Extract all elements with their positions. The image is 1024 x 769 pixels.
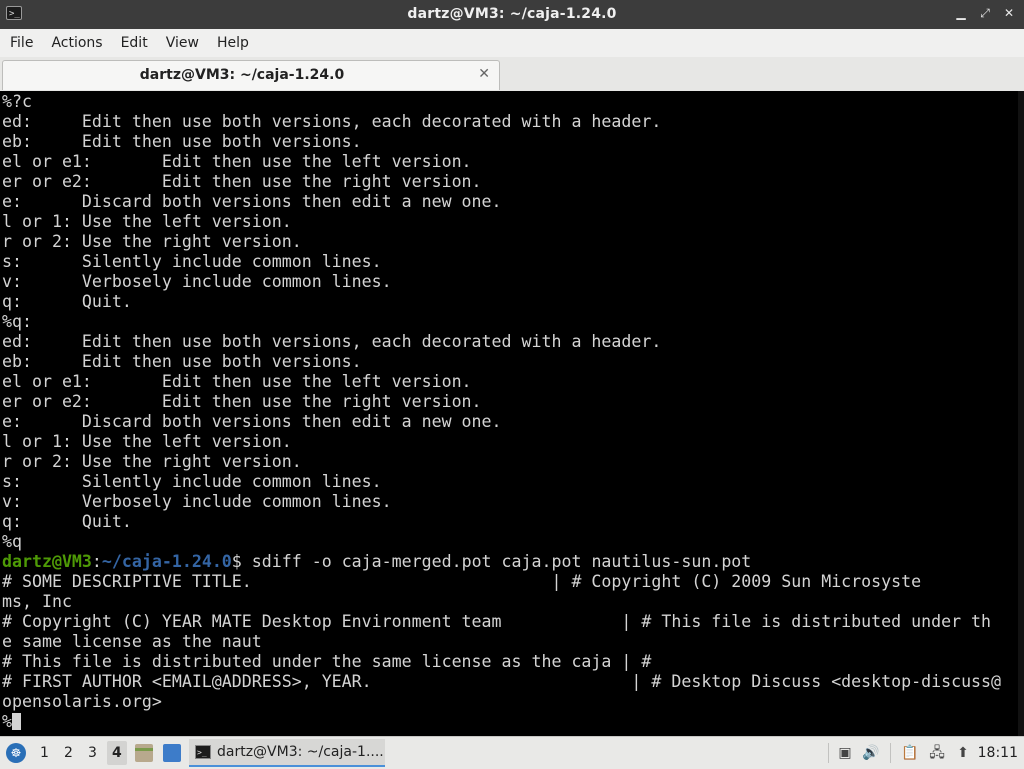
minimize-button[interactable]: ▁ xyxy=(954,5,968,21)
window-controls: ▁ ⤢ ✕ xyxy=(954,5,1016,21)
task-label: dartz@VM3: ~/caja-1.... xyxy=(217,744,384,760)
terminal-output[interactable]: %?c ed: Edit then use both versions, eac… xyxy=(0,91,1024,736)
last-prompt: % xyxy=(2,712,12,731)
clock[interactable]: 18:11 xyxy=(978,745,1018,761)
terminal-icon: >_ xyxy=(195,745,211,759)
prompt-command: $ sdiff -o caja-merged.pot caja.pot naut… xyxy=(231,552,752,571)
update-icon[interactable]: ⬆ xyxy=(954,744,972,762)
screenshot-icon[interactable]: ▣ xyxy=(836,744,854,762)
network-icon[interactable]: 🖧 xyxy=(928,744,946,762)
output-after-prompt: # SOME DESCRIPTIVE TITLE. | # Copyright … xyxy=(2,572,1002,711)
workspace-4[interactable]: 4 xyxy=(107,741,127,765)
prompt-user: dartz@VM3 xyxy=(2,552,92,571)
terminal-text: %?c ed: Edit then use both versions, eac… xyxy=(2,92,1001,732)
menu-file[interactable]: File xyxy=(0,29,42,57)
file-manager-icon[interactable] xyxy=(135,744,153,762)
prompt-separator: : xyxy=(91,552,102,571)
tray-separator xyxy=(890,743,891,763)
terminal-tab[interactable]: dartz@VM3: ~/caja-1.24.0 ✕ xyxy=(2,60,500,90)
menu-edit[interactable]: Edit xyxy=(112,29,157,57)
window-titlebar[interactable]: >_ dartz@VM3: ~/caja-1.24.0 ▁ ⤢ ✕ xyxy=(0,0,1024,30)
volume-icon[interactable]: 🔊 xyxy=(862,744,880,762)
tab-strip: dartz@VM3: ~/caja-1.24.0 ✕ xyxy=(0,57,1024,92)
clipboard-icon[interactable]: 📋 xyxy=(901,744,919,762)
menu-bar: File Actions Edit View Help xyxy=(0,29,1024,58)
menu-view[interactable]: View xyxy=(157,29,208,57)
text-cursor xyxy=(12,713,21,730)
close-button[interactable]: ✕ xyxy=(1002,5,1016,21)
tab-close-icon[interactable]: ✕ xyxy=(478,66,490,82)
menu-actions[interactable]: Actions xyxy=(42,29,111,57)
prompt-path: ~/caja-1.24.0 xyxy=(101,552,232,571)
workspace-3[interactable]: 3 xyxy=(88,745,97,761)
output-before-prompt: %?c ed: Edit then use both versions, eac… xyxy=(2,92,662,551)
workspace-2[interactable]: 2 xyxy=(64,745,73,761)
show-desktop-icon[interactable] xyxy=(163,744,181,762)
taskbar: ☸ 1 2 3 4 >_ dartz@VM3: ~/caja-1.... ▣ 🔊… xyxy=(0,736,1024,769)
menu-help[interactable]: Help xyxy=(208,29,258,57)
start-menu-icon[interactable]: ☸ xyxy=(6,743,26,763)
window-title: dartz@VM3: ~/caja-1.24.0 xyxy=(407,6,617,22)
taskbar-terminal-button[interactable]: >_ dartz@VM3: ~/caja-1.... xyxy=(189,739,385,767)
maximize-button[interactable]: ⤢ xyxy=(978,5,992,21)
workspace-1[interactable]: 1 xyxy=(40,745,49,761)
tab-label: dartz@VM3: ~/caja-1.24.0 xyxy=(139,67,345,83)
tray-separator xyxy=(828,743,829,763)
terminal-scrollbar[interactable] xyxy=(1018,91,1024,736)
